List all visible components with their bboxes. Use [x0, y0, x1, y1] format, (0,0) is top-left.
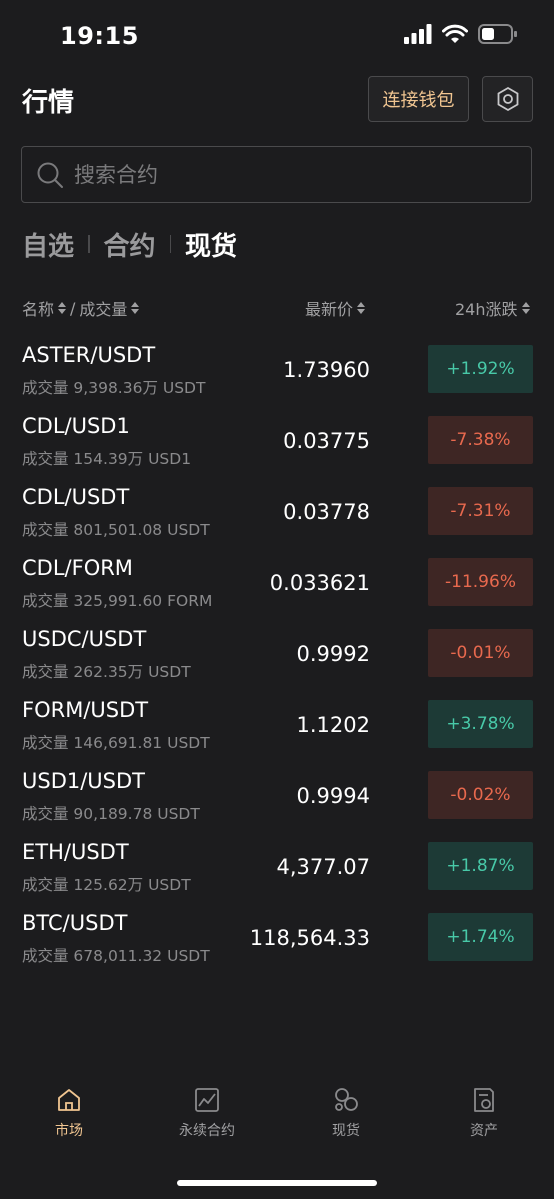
connect-wallet-button[interactable]: 连接钱包 — [368, 76, 469, 122]
tab-favorites[interactable]: 自选 — [22, 226, 74, 263]
nav-spot[interactable]: 现货 — [286, 1086, 406, 1140]
market-list: ASTER/USDT 成交量 9,398.36万 USDT 1.73960 +1… — [0, 334, 554, 973]
market-row[interactable]: USD1/USDT 成交量 90,189.78 USDT 0.9994 -0.0… — [0, 760, 554, 831]
last-price: 0.9994 — [296, 784, 370, 808]
pair-volume: 成交量 125.62万 USDT — [22, 876, 191, 894]
change-badge[interactable]: -0.01% — [428, 629, 533, 677]
sort-price-header[interactable]: 最新价 — [305, 296, 366, 320]
sort-arrows-icon — [521, 302, 530, 314]
column-volume-label[interactable]: 成交量 — [79, 296, 127, 320]
nav-assets-label: 资产 — [470, 1123, 498, 1139]
change-badge[interactable]: -7.38% — [428, 416, 533, 464]
chart-icon — [195, 1088, 219, 1112]
pair-name: BTC/USDT — [22, 911, 128, 935]
market-row[interactable]: CDL/USDT 成交量 801,501.08 USDT 0.03778 -7.… — [0, 476, 554, 547]
status-bar: 19:15 — [0, 0, 554, 74]
tab-divider — [88, 235, 90, 253]
home-indicator[interactable] — [177, 1180, 377, 1186]
hexagon-settings-icon — [497, 86, 518, 112]
page-title: 行情 — [22, 88, 75, 118]
tab-spot[interactable]: 现货 — [185, 226, 237, 263]
settings-button[interactable] — [482, 76, 533, 122]
column-headers: 名称 / 成交量 最新价 24h涨跌 — [0, 292, 554, 320]
status-time: 19:15 — [60, 22, 139, 50]
nav-spot-label: 现货 — [332, 1123, 360, 1139]
last-price: 0.033621 — [269, 571, 370, 595]
sort-arrows-icon — [58, 302, 67, 314]
coins-icon — [335, 1088, 358, 1111]
change-badge[interactable]: +1.87% — [428, 842, 533, 890]
pair-volume: 成交量 154.39万 USD1 — [22, 450, 192, 468]
market-row[interactable]: ASTER/USDT 成交量 9,398.36万 USDT 1.73960 +1… — [0, 334, 554, 405]
pair-volume: 成交量 262.35万 USDT — [22, 663, 191, 681]
market-row[interactable]: USDC/USDT 成交量 262.35万 USDT 0.9992 -0.01% — [0, 618, 554, 689]
pair-name: ETH/USDT — [22, 840, 129, 864]
pair-name: CDL/USD1 — [22, 414, 130, 438]
wifi-icon — [442, 24, 468, 43]
battery-icon — [478, 24, 517, 44]
last-price: 0.03775 — [283, 429, 370, 453]
search-icon — [37, 162, 63, 188]
header: 行情 连接钱包 — [0, 74, 554, 126]
search-box[interactable] — [21, 146, 532, 203]
pair-volume: 成交量 90,189.78 USDT — [22, 805, 200, 823]
pair-name: USDC/USDT — [22, 627, 147, 651]
sort-name-header[interactable]: 名称 / 成交量 — [22, 296, 140, 320]
change-badge[interactable]: +1.92% — [428, 345, 533, 393]
sort-arrows-icon — [357, 302, 366, 314]
nav-perpetual-label: 永续合约 — [179, 1123, 235, 1139]
nav-market-label: 市场 — [55, 1123, 83, 1139]
market-row[interactable]: CDL/FORM 成交量 325,991.60 FORM 0.033621 -1… — [0, 547, 554, 618]
market-row[interactable]: BTC/USDT 成交量 678,011.32 USDT 118,564.33 … — [0, 902, 554, 973]
market-row[interactable]: FORM/USDT 成交量 146,691.81 USDT 1.1202 +3.… — [0, 689, 554, 760]
last-price: 1.1202 — [296, 713, 370, 737]
pair-name: USD1/USDT — [22, 769, 146, 793]
market-row[interactable]: ETH/USDT 成交量 125.62万 USDT 4,377.07 +1.87… — [0, 831, 554, 902]
change-badge[interactable]: +1.74% — [428, 913, 533, 961]
pair-volume: 成交量 678,011.32 USDT — [22, 947, 210, 965]
bottom-nav: 市场 永续合约 现货 资产 — [0, 1086, 554, 1156]
search-input[interactable] — [74, 162, 514, 187]
pair-volume: 成交量 801,501.08 USDT — [22, 521, 210, 539]
sort-arrows-icon — [131, 302, 140, 314]
status-icons — [404, 24, 518, 44]
pair-name: FORM/USDT — [22, 698, 149, 722]
change-badge[interactable]: +3.78% — [428, 700, 533, 748]
pair-volume: 成交量 146,691.81 USDT — [22, 734, 210, 752]
last-price: 4,377.07 — [276, 855, 370, 879]
document-icon — [474, 1088, 494, 1112]
market-tabs: 自选 合约 现货 — [22, 222, 237, 266]
column-price-label: 最新价 — [305, 300, 354, 319]
change-badge[interactable]: -11.96% — [428, 558, 533, 606]
signal-icon — [404, 24, 432, 44]
column-name-label: 名称 — [22, 300, 55, 319]
pair-name: CDL/USDT — [22, 485, 130, 509]
last-price: 118,564.33 — [249, 926, 370, 950]
tab-divider — [169, 235, 172, 253]
tab-contracts[interactable]: 合约 — [104, 226, 156, 263]
change-badge[interactable]: -0.02% — [428, 771, 533, 819]
column-change-label: 24h涨跌 — [455, 300, 518, 319]
sort-change-header[interactable]: 24h涨跌 — [455, 296, 530, 320]
change-badge[interactable]: -7.31% — [428, 487, 533, 535]
pair-name: ASTER/USDT — [22, 343, 156, 367]
nav-market[interactable]: 市场 — [9, 1086, 129, 1140]
nav-perpetual[interactable]: 永续合约 — [147, 1086, 267, 1140]
pair-volume: 成交量 325,991.60 FORM — [22, 592, 213, 610]
column-separator: / — [70, 298, 76, 318]
last-price: 1.73960 — [283, 358, 370, 382]
market-row[interactable]: CDL/USD1 成交量 154.39万 USD1 0.03775 -7.38% — [0, 405, 554, 476]
home-icon — [58, 1089, 80, 1111]
pair-volume: 成交量 9,398.36万 USDT — [22, 379, 206, 397]
nav-assets[interactable]: 资产 — [424, 1086, 544, 1140]
pair-name: CDL/FORM — [22, 556, 133, 580]
last-price: 0.9992 — [296, 642, 370, 666]
last-price: 0.03778 — [283, 500, 370, 524]
